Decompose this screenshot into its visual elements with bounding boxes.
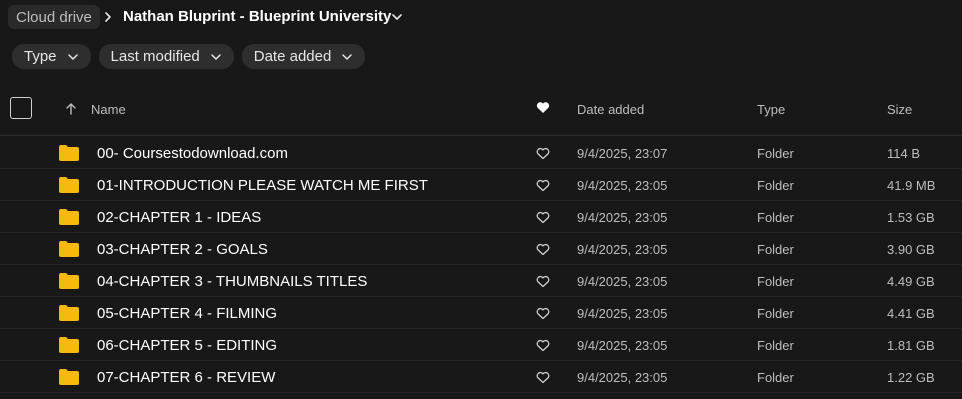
- file-type: Folder: [757, 370, 794, 385]
- filter-label: Type: [24, 48, 57, 65]
- chevron-right-icon: [105, 12, 111, 22]
- file-name[interactable]: 04-CHAPTER 3 - THUMBNAILS TITLES: [97, 273, 367, 290]
- date-added: 9/4/2025, 23:05: [577, 274, 668, 289]
- heart-outline-icon[interactable]: [536, 179, 550, 192]
- breadcrumb-root-label: Cloud drive: [16, 8, 92, 26]
- date-added: 9/4/2025, 23:05: [577, 210, 668, 225]
- breadcrumb: Cloud drive Nathan Bluprint - Blueprint …: [0, 0, 962, 36]
- filter-label: Last modified: [110, 48, 200, 65]
- heart-outline-icon[interactable]: [536, 147, 550, 160]
- folder-icon: [59, 369, 79, 385]
- file-type: Folder: [757, 146, 794, 161]
- date-added: 9/4/2025, 23:05: [577, 306, 668, 321]
- heart-outline-icon[interactable]: [536, 275, 550, 288]
- filter-last-modified[interactable]: Last modified: [98, 44, 234, 69]
- date-added: 9/4/2025, 23:05: [577, 242, 668, 257]
- folder-icon: [59, 305, 79, 321]
- table-row[interactable]: 07-CHAPTER 6 - REVIEW 9/4/2025, 23:05 Fo…: [0, 361, 962, 393]
- file-type: Folder: [757, 338, 794, 353]
- breadcrumb-current: Nathan Bluprint - Blueprint University: [123, 8, 392, 25]
- heart-outline-icon[interactable]: [536, 371, 550, 384]
- heart-outline-icon[interactable]: [536, 211, 550, 224]
- file-size: 4.41 GB: [887, 306, 935, 321]
- filter-label: Date added: [253, 48, 332, 65]
- chevron-down-icon: [211, 53, 221, 60]
- sort-arrow-up-icon[interactable]: [65, 102, 77, 116]
- file-name[interactable]: 02-CHAPTER 1 - IDEAS: [97, 209, 261, 226]
- favorite-heart-icon[interactable]: [536, 101, 550, 114]
- file-size: 1.53 GB: [887, 210, 935, 225]
- file-size: 41.9 MB: [887, 178, 936, 193]
- file-type: Folder: [757, 306, 794, 321]
- table-row[interactable]: 06-CHAPTER 5 - EDITING 9/4/2025, 23:05 F…: [0, 329, 962, 361]
- file-size: 1.22 GB: [887, 370, 935, 385]
- file-size: 114 B: [887, 146, 921, 161]
- heart-outline-icon[interactable]: [536, 243, 550, 256]
- heart-outline-icon[interactable]: [536, 339, 550, 352]
- table-header: Name Date added Type Size: [0, 86, 962, 136]
- file-name[interactable]: 03-CHAPTER 2 - GOALS: [97, 241, 268, 258]
- file-name[interactable]: 01-INTRODUCTION PLEASE WATCH ME FIRST: [97, 177, 428, 194]
- column-header-size[interactable]: Size: [887, 102, 912, 117]
- table-row[interactable]: 05-CHAPTER 4 - FILMING 9/4/2025, 23:05 F…: [0, 297, 962, 329]
- file-name[interactable]: 07-CHAPTER 6 - REVIEW: [97, 369, 275, 386]
- date-added: 9/4/2025, 23:05: [577, 338, 668, 353]
- file-name[interactable]: 06-CHAPTER 5 - EDITING: [97, 337, 277, 354]
- file-type: Folder: [757, 242, 794, 257]
- filter-date-added[interactable]: Date added: [241, 44, 366, 69]
- date-added: 9/4/2025, 23:07: [577, 146, 668, 161]
- filter-bar: Type Last modified Date added: [12, 44, 366, 69]
- chevron-down-icon: [342, 53, 353, 60]
- column-header-name[interactable]: Name: [91, 102, 126, 117]
- file-size: 1.81 GB: [887, 338, 935, 353]
- file-type: Folder: [757, 210, 794, 225]
- file-size: 4.49 GB: [887, 274, 935, 289]
- table-row[interactable]: 01-INTRODUCTION PLEASE WATCH ME FIRST 9/…: [0, 169, 962, 201]
- table-row[interactable]: 04-CHAPTER 3 - THUMBNAILS TITLES 9/4/202…: [0, 265, 962, 297]
- breadcrumb-root[interactable]: Cloud drive: [8, 5, 100, 29]
- filter-type[interactable]: Type: [12, 44, 91, 69]
- column-header-date-added[interactable]: Date added: [577, 102, 644, 117]
- column-header-type[interactable]: Type: [757, 102, 785, 117]
- file-name[interactable]: 00- Coursestodownload.com: [97, 145, 288, 162]
- folder-icon: [59, 209, 79, 225]
- file-list: 00- Coursestodownload.com 9/4/2025, 23:0…: [0, 137, 962, 393]
- file-type: Folder: [757, 274, 794, 289]
- file-name[interactable]: 05-CHAPTER 4 - FILMING: [97, 305, 277, 322]
- folder-icon: [59, 145, 79, 161]
- date-added: 9/4/2025, 23:05: [577, 178, 668, 193]
- chevron-down-icon[interactable]: [390, 10, 404, 24]
- heart-outline-icon[interactable]: [536, 307, 550, 320]
- table-row[interactable]: 02-CHAPTER 1 - IDEAS 9/4/2025, 23:05 Fol…: [0, 201, 962, 233]
- folder-icon: [59, 337, 79, 353]
- file-size: 3.90 GB: [887, 242, 935, 257]
- file-type: Folder: [757, 178, 794, 193]
- folder-icon: [59, 177, 79, 193]
- table-row[interactable]: 03-CHAPTER 2 - GOALS 9/4/2025, 23:05 Fol…: [0, 233, 962, 265]
- date-added: 9/4/2025, 23:05: [577, 370, 668, 385]
- folder-icon: [59, 273, 79, 289]
- select-all-checkbox[interactable]: [10, 97, 32, 119]
- chevron-down-icon: [67, 53, 78, 60]
- table-row[interactable]: 00- Coursestodownload.com 9/4/2025, 23:0…: [0, 137, 962, 169]
- folder-icon: [59, 241, 79, 257]
